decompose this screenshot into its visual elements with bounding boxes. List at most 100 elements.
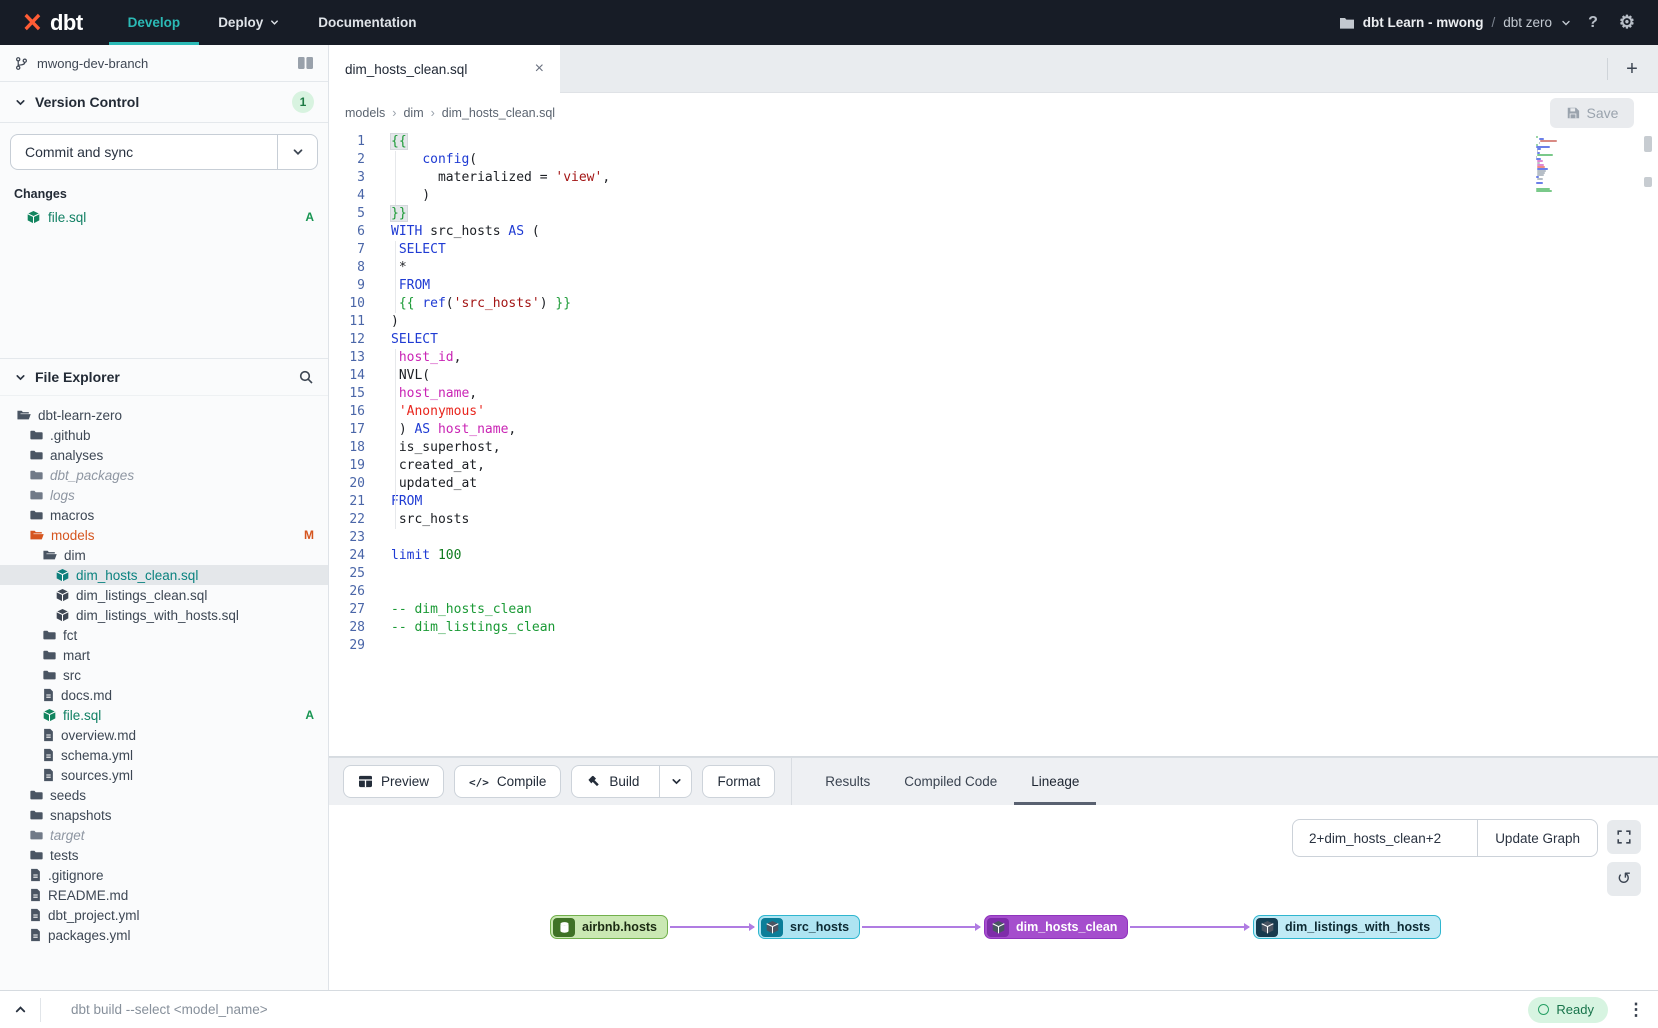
code-line[interactable]: 28-- dim_listings_clean [329,619,1658,637]
help-icon[interactable]: ? [1580,10,1606,36]
lineage-node[interactable]: airbnb.hosts [550,915,668,939]
panel-tab-compiled-code[interactable]: Compiled Code [887,758,1014,805]
code-line[interactable]: 16 'Anonymous' [329,403,1658,421]
tree-item[interactable]: modelsM [0,525,328,545]
tree-item[interactable]: README.md [0,885,328,905]
code-line[interactable]: 17 ) AS host_name, [329,421,1658,439]
search-icon[interactable] [298,369,314,385]
code-line[interactable]: 11) [329,313,1658,331]
code-line[interactable]: 15 host_name, [329,385,1658,403]
lineage-node[interactable]: dim_listings_with_hosts [1253,915,1441,939]
tree-item[interactable]: seeds [0,785,328,805]
code-line[interactable]: 13 host_id, [329,349,1658,367]
scrollbar-thumb[interactable] [1644,136,1652,152]
command-input[interactable] [41,1002,1528,1017]
code-line[interactable]: 20 updated_at [329,475,1658,493]
chevron-up-icon[interactable] [0,1002,40,1017]
code-line[interactable]: 14 NVL( [329,367,1658,385]
changed-file-row[interactable]: file.sqlA [0,206,328,228]
tree-item[interactable]: dbt-learn-zero [0,405,328,425]
code-line[interactable]: 25 [329,565,1658,583]
gear-icon[interactable]: ⚙ [1614,10,1640,36]
tree-item[interactable]: fct [0,625,328,645]
code-line[interactable]: 3 materialized = 'view', [329,169,1658,187]
file-explorer-header[interactable]: File Explorer [0,359,328,396]
nav-item-deploy[interactable]: Deploy [199,0,299,45]
tree-item[interactable]: dim_listings_clean.sql [0,585,328,605]
code-line[interactable]: 10 {{ ref('src_hosts') }} [329,295,1658,313]
panel-tab-results[interactable]: Results [808,758,887,805]
tree-item[interactable]: target [0,825,328,845]
code-line[interactable]: 6WITH src_hosts AS ( [329,223,1658,241]
tree-item[interactable]: docs.md [0,685,328,705]
code-line[interactable]: 22 src_hosts [329,511,1658,529]
code-line[interactable]: 29 [329,637,1658,655]
code-editor[interactable]: 1{{2 config(3 materialized = 'view',4 )5… [329,133,1658,757]
tree-item[interactable]: snapshots [0,805,328,825]
build-options-caret[interactable] [659,766,683,797]
breadcrumb-item[interactable]: models [345,106,385,120]
code-line[interactable]: 12SELECT [329,331,1658,349]
commit-options-caret[interactable] [277,135,317,169]
build-button[interactable]: Build [571,765,692,798]
tree-item[interactable]: .github [0,425,328,445]
tree-item[interactable]: .gitignore [0,865,328,885]
lineage-node[interactable]: dim_hosts_clean [984,915,1128,939]
preview-button[interactable]: Preview [343,765,444,798]
dbt-logo[interactable]: ✕ dbt [0,0,109,45]
commit-and-sync-button[interactable]: Commit and sync [10,134,318,170]
tree-item[interactable]: dim [0,545,328,565]
reset-view-icon[interactable]: ↺ [1607,862,1641,896]
tree-item[interactable]: sources.yml [0,765,328,785]
tree-item[interactable]: dbt_packages [0,465,328,485]
code-line[interactable]: 27-- dim_hosts_clean [329,601,1658,619]
code-line[interactable]: 7 SELECT [329,241,1658,259]
tree-item[interactable]: file.sqlA [0,705,328,725]
tree-item[interactable]: dim_listings_with_hosts.sql [0,605,328,625]
compile-button[interactable]: </>Compile [454,765,561,798]
tree-item[interactable]: mart [0,645,328,665]
tree-item[interactable]: packages.yml [0,925,328,945]
editor-tab[interactable]: dim_hosts_clean.sql × [329,45,560,93]
lineage-selector-input[interactable] [1293,820,1477,856]
docs-columns-icon[interactable] [297,56,314,70]
code-line[interactable]: 24limit 100 [329,547,1658,565]
git-status-badge: A [305,708,314,722]
kebab-menu-icon[interactable]: ⋮ [1622,1000,1650,1020]
fullscreen-button[interactable] [1607,820,1641,854]
tree-item[interactable]: macros [0,505,328,525]
tree-item[interactable]: dbt_project.yml [0,905,328,925]
update-graph-button[interactable]: Update Graph [1477,820,1597,856]
tree-item[interactable]: schema.yml [0,745,328,765]
project-switcher[interactable]: dbt Learn - mwong / dbt zero [1339,15,1572,30]
tree-item[interactable]: src [0,665,328,685]
code-line[interactable]: 5}} [329,205,1658,223]
code-line[interactable]: 1{{ [329,133,1658,151]
close-icon[interactable]: × [535,60,544,78]
tree-item[interactable]: overview.md [0,725,328,745]
nav-item-documentation[interactable]: Documentation [299,0,435,45]
breadcrumb-item[interactable]: dim [403,106,423,120]
code-line[interactable]: 26 [329,583,1658,601]
tree-item[interactable]: dim_hosts_clean.sql [0,565,328,585]
tree-item[interactable]: analyses [0,445,328,465]
code-line[interactable]: 19 created_at, [329,457,1658,475]
new-tab-button[interactable]: + [1620,57,1644,81]
format-button[interactable]: Format [702,765,775,798]
code-line[interactable]: 9 FROM [329,277,1658,295]
save-button[interactable]: Save [1550,98,1634,128]
code-line[interactable]: 23 [329,529,1658,547]
panel-tab-lineage[interactable]: Lineage [1014,758,1096,805]
nav-item-develop[interactable]: Develop [109,0,200,45]
branch-row[interactable]: mwong-dev-branch [0,45,328,82]
code-line[interactable]: 21FROM [329,493,1658,511]
code-line[interactable]: 4 ) [329,187,1658,205]
code-line[interactable]: 2 config( [329,151,1658,169]
lineage-node[interactable]: src_hosts [758,915,860,939]
tree-item[interactable]: logs [0,485,328,505]
code-line[interactable]: 18 is_superhost, [329,439,1658,457]
version-control-header[interactable]: Version Control 1 [0,82,328,123]
tree-item[interactable]: tests [0,845,328,865]
code-line[interactable]: 8 * [329,259,1658,277]
breadcrumb-item[interactable]: dim_hosts_clean.sql [442,106,555,120]
